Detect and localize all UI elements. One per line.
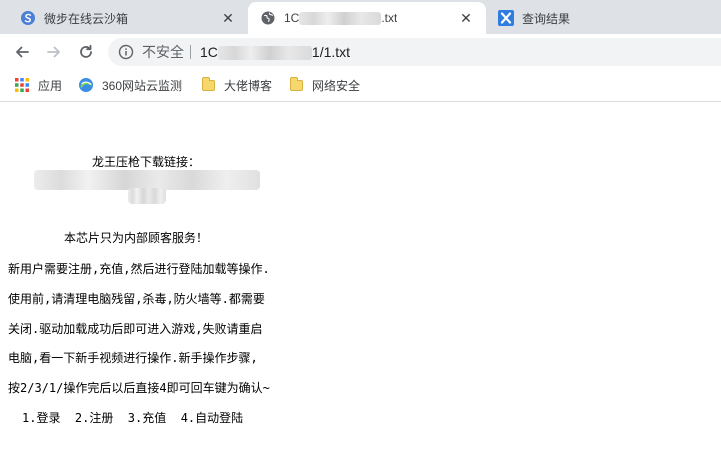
text-file-content: 龙王压枪下载链接： 本芯片只为内部顾客服务！ 新用户需要注册,充值,然后进行登陆… [0,102,721,456]
bookmark-label: 应用 [38,78,63,93]
apps-grid-icon [14,77,30,93]
sandbox-icon [20,10,36,26]
toolbar: 不安全 1C 1/1.txt [0,34,721,70]
text-line: 本芯片只为内部顾客服务！ [64,231,209,245]
text-line: 龙王压枪下载链接： [92,155,201,169]
reload-icon [80,44,92,58]
url-prefix: 1C [200,44,218,60]
redacted-text [217,46,312,61]
bookmark-folder-security[interactable]: 网络安全 [288,70,360,100]
tab-title: 查询结果 [522,11,571,26]
redacted-link [128,188,166,204]
globe-icon [260,10,276,26]
tab-title: 微步在线云沙箱 [44,11,129,26]
tab-query-results[interactable]: 查询结果 [486,2,721,34]
close-icon[interactable]: ✕ [220,10,236,26]
omnibox-divider [190,45,191,59]
tab-weibu-sandbox[interactable]: 微步在线云沙箱 ✕ [8,2,248,34]
bookmark-label: 网络安全 [312,78,361,93]
bookmark-360-monitor[interactable]: 360网站云监测 [78,70,182,100]
bookmark-apps[interactable]: 应用 [14,70,62,100]
forward-button[interactable] [40,38,68,66]
close-icon[interactable]: ✕ [458,10,474,26]
url-suffix: 1/1.txt [311,44,351,60]
info-icon[interactable] [118,44,134,60]
redacted-link [34,170,260,190]
security-label[interactable]: 不安全 [142,38,184,66]
text-line: 使用前,请清理电脑残留,杀毒,防火墙等.都需要 [8,292,265,306]
x-app-icon [498,10,514,26]
text-line: 新用户需要注册,充值,然后进行登陆加载等操作. [8,262,270,276]
back-button[interactable] [8,38,36,66]
folder-icon [288,76,304,93]
text-line: 电脑,看一下新手视频进行操作.新手操作步骤, [8,351,258,365]
redacted-text [299,12,382,26]
bookmarks-bar: 应用 360网站云监测 大佬博客 网络安全 [0,70,721,102]
tab-title: 1C .txt [284,10,398,26]
bookmark-label: 大佬博客 [224,78,273,93]
url-text[interactable]: 1C 1/1.txt [200,38,350,66]
text-line: 关闭.驱动加载成功后即可进入游戏,失败请重启 [8,322,263,336]
bookmark-folder-blogs[interactable]: 大佬博客 [200,70,272,100]
tab-txt-file[interactable]: 1C .txt ✕ [248,2,486,34]
arrow-left-icon [16,46,29,58]
text-line: 1.登录 2.注册 3.充值 4.自动登陆 [22,411,244,425]
arrow-right-icon [47,46,60,58]
text-line: 按2/3/1/操作完后以后直接4即可回车键为确认~ [8,381,270,395]
reload-button[interactable] [72,38,100,66]
address-bar[interactable]: 不安全 1C 1/1.txt [108,38,721,66]
tab-title-suffix: .txt [381,10,398,25]
tab-title-prefix: 1C [284,10,300,25]
tab-strip: 微步在线云沙箱 ✕ 1C .txt ✕ 查询结果 [0,0,721,34]
360-icon [78,77,94,93]
bookmark-label: 360网站云监测 [102,78,183,93]
folder-icon [200,76,216,93]
